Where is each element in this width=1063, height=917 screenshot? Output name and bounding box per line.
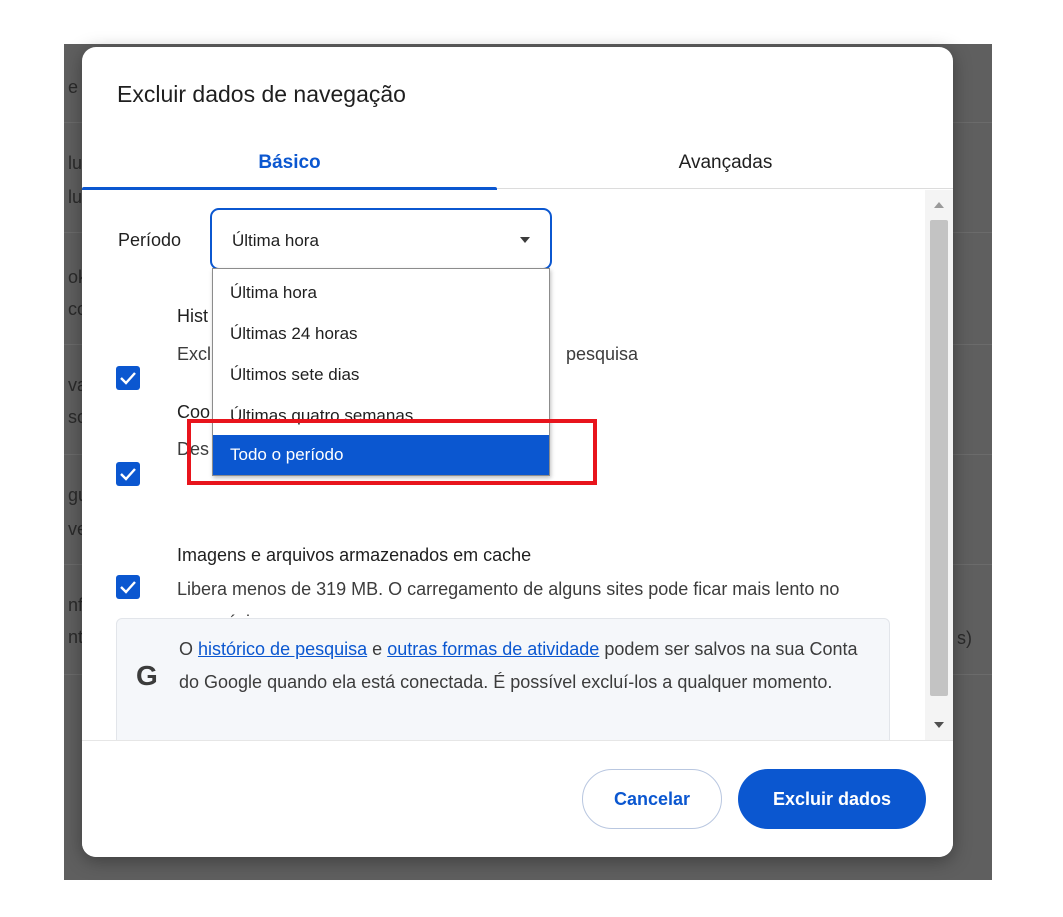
history-checkbox[interactable] [116,366,140,390]
other-activity-link[interactable]: outras formas de atividade [387,639,599,659]
content-scrollbar[interactable] [925,190,953,740]
bg-fragment: lu [68,153,83,173]
cancel-button[interactable]: Cancelar [582,769,722,829]
dialog-footer: Cancelar Excluir dados [82,740,953,857]
info-text-pre: O [179,639,194,659]
scroll-up-arrow-icon[interactable] [934,202,944,208]
check-icon [120,372,136,385]
period-select-value: Última hora [232,231,319,250]
period-label: Período [118,230,182,250]
chevron-down-icon [520,237,530,243]
cache-title: Imagens e arquivos armazenados em cache [177,545,532,565]
annotation-highlight-box [187,419,597,485]
bg-fragment-right: s) [957,628,972,648]
scroll-down-arrow-icon[interactable] [934,722,944,728]
period-option[interactable]: Última hora [213,273,549,313]
check-icon [120,581,136,594]
search-history-link[interactable]: histórico de pesquisa [198,639,367,659]
period-option[interactable]: Últimas 24 horas [213,314,549,354]
tab-basic[interactable]: Básico [82,137,497,190]
scroll-thumb[interactable] [930,220,948,696]
history-desc-end: pesquisa [566,344,639,364]
bg-fragment: nf [68,595,84,615]
cache-checkbox[interactable] [116,575,140,599]
google-account-info: G O histórico de pesquisa e outras forma… [116,618,890,740]
bg-fragment: lu [68,187,83,207]
dialog-title: Excluir dados de navegação [117,81,406,107]
check-icon [120,468,136,481]
delete-data-button[interactable]: Excluir dados [738,769,926,829]
tab-advanced[interactable]: Avançadas [518,137,933,189]
period-option[interactable]: Últimos sete dias [213,355,549,395]
google-g-icon: G [136,660,158,691]
period-select[interactable]: Última hora [210,208,552,270]
info-text-mid: e [372,639,383,659]
history-title: Hist [177,306,208,326]
cookies-checkbox[interactable] [116,462,140,486]
tab-bar: Básico Avançadas [82,137,953,190]
info-text: O histórico de pesquisa e outras formas … [179,633,879,699]
bg-fragment: nt [68,627,84,647]
bg-fragment: e [68,77,79,97]
